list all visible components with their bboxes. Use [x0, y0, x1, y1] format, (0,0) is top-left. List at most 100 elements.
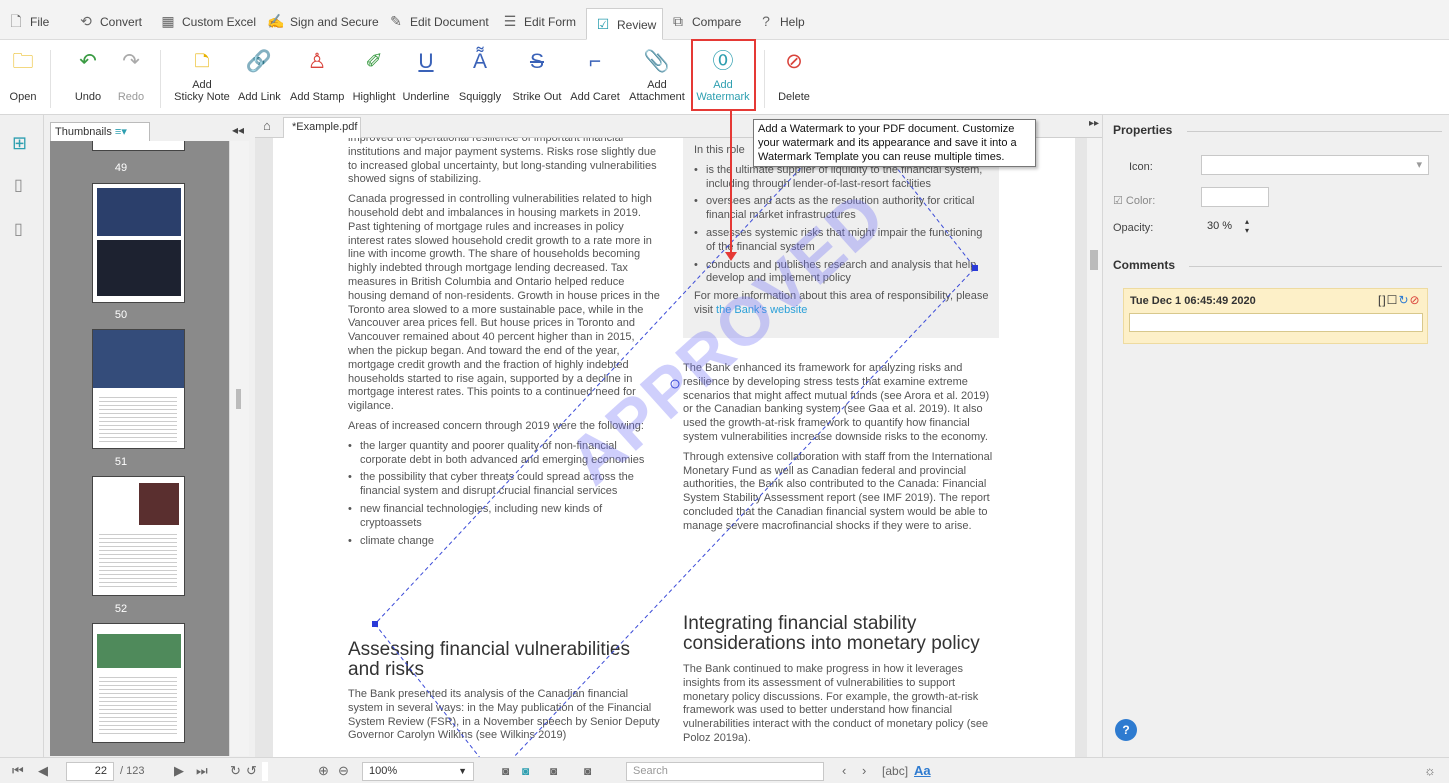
match-whole-word-button[interactable]: [abc] [882, 762, 908, 780]
search-input[interactable]: Search [626, 762, 824, 781]
collapse-panel-icon[interactable]: ◂◂ [232, 123, 244, 137]
bookmark-icon[interactable]: ▯ [14, 175, 23, 195]
menu-label: Help [780, 15, 805, 29]
document-scrollbar[interactable] [1087, 138, 1102, 757]
sticky-note-icon: 🗅 [194, 50, 210, 73]
menu-file[interactable]: 🗋 File [6, 10, 49, 32]
open-button[interactable]: 🗀 Open [6, 46, 40, 103]
brightness-icon[interactable]: ☼ [1424, 762, 1436, 780]
thumbnail-page-number: 51 [114, 456, 128, 468]
strike-out-button[interactable]: S Strike Out [510, 46, 564, 103]
rotate-clockwise-icon[interactable]: ↻ [230, 762, 241, 780]
view-facing-icon[interactable]: ◙ [550, 762, 557, 780]
color-swatch[interactable] [1201, 187, 1269, 207]
home-icon[interactable]: ⌂ [263, 118, 271, 133]
expand-icon[interactable]: [] [1378, 293, 1387, 307]
document-view: improved the operational resilience of i… [255, 138, 1102, 757]
thumbnail-page[interactable] [92, 183, 185, 303]
add-attachment-label: Add Attachment [629, 79, 685, 103]
redo-button[interactable]: ↷ Redo [114, 46, 148, 103]
menu-edit-document[interactable]: ✎ Edit Document [386, 10, 489, 32]
thumbnail-photo [97, 188, 181, 236]
scrollbar-thumb[interactable] [1090, 250, 1098, 270]
comment-actions: []☐↻⊘ [1378, 293, 1421, 307]
comment-input[interactable] [1129, 313, 1423, 332]
add-stamp-button[interactable]: ♙ Add Stamp [290, 46, 344, 103]
thumbnail-text-lines [99, 531, 177, 589]
expand-panel-icon[interactable]: ▸▸ [1089, 118, 1099, 129]
delete-comment-icon[interactable]: ⊘ [1410, 293, 1421, 307]
folder-icon: 🗀 [12, 50, 34, 73]
add-attachment-button[interactable]: 📎 Add Attachment [628, 46, 686, 103]
rotate-handle[interactable] [670, 379, 680, 389]
first-page-icon[interactable]: ⏮ [12, 762, 24, 780]
menu-label: Sign and Secure [290, 15, 379, 29]
resize-handle[interactable] [972, 265, 978, 271]
add-sticky-note-button[interactable]: 🗅 Add Sticky Note [172, 46, 232, 103]
menu-label: Convert [100, 15, 143, 29]
highlight-label: Highlight [352, 91, 396, 103]
menu-help[interactable]: ? Help [756, 10, 805, 32]
last-page-icon[interactable]: ⏭ [196, 762, 208, 780]
thumbnail-page[interactable] [92, 623, 185, 743]
rotate-counterclockwise-icon[interactable]: ↺ [246, 762, 257, 780]
menu-edit-form[interactable]: ☰ Edit Form [500, 10, 576, 32]
view-cover-icon[interactable]: ◙ [584, 762, 591, 780]
thumbnail-view-select[interactable]: Thumbnails ≡▾ [50, 122, 150, 142]
divider [1187, 131, 1442, 132]
thumbnail-photo [139, 483, 179, 525]
chevron-down-icon: ≡▾ [114, 126, 127, 138]
help-icon[interactable]: ? [1115, 719, 1137, 741]
menu-sign-and-secure[interactable]: ✍ Sign and Secure [266, 10, 379, 32]
add-caret-button[interactable]: ⌐ Add Caret [570, 46, 620, 103]
search-next-icon[interactable]: › [862, 762, 866, 780]
underline-button[interactable]: U Underline [402, 46, 450, 103]
next-page-icon[interactable]: ▶ [174, 762, 184, 780]
thumbnail-page[interactable] [92, 141, 185, 151]
thumbnail-photo [97, 240, 181, 296]
view-continuous-icon[interactable]: ◙ [522, 762, 529, 780]
icon-select[interactable]: ▾ [1201, 155, 1429, 175]
undo-button[interactable]: ↶ Undo [68, 46, 108, 103]
color-checkbox[interactable]: ☑ Color: [1113, 194, 1155, 207]
view-single-icon[interactable]: ◙ [502, 762, 509, 780]
zoom-out-icon[interactable]: ⊖ [338, 762, 349, 780]
zoom-select[interactable]: 100% ▼ [362, 762, 474, 781]
search-previous-icon[interactable]: ‹ [842, 762, 846, 780]
highlight-button[interactable]: ✐ Highlight [352, 46, 396, 103]
delete-button[interactable]: ⊘ Delete [774, 46, 814, 103]
menu-review[interactable]: ☑ Review [586, 8, 664, 40]
checkbox-icon[interactable]: ☐ [1387, 293, 1399, 307]
signature-icon: ✍ [267, 13, 285, 29]
document-tab[interactable]: *Example.pdf × [283, 117, 361, 152]
zoom-in-icon[interactable]: ⊕ [318, 762, 329, 780]
thumbnail-page[interactable] [92, 476, 185, 596]
review-icon: ☑ [596, 16, 610, 32]
squiggly-button[interactable]: A͌ Squiggly [458, 46, 502, 103]
opacity-stepper[interactable]: 30 % ▴ ▾ [1201, 217, 1255, 237]
reply-icon[interactable]: ↻ [1398, 293, 1409, 307]
thumbnails-icon[interactable]: ⊞ [12, 133, 27, 154]
properties-title: Properties [1113, 123, 1173, 137]
attachment-panel-icon[interactable]: ▯ [14, 219, 23, 239]
status-bar: ⏮ ◀ 22 / 123 ▶ ⏭ ↻ ↺ ⊕ ⊖ 100% ▼ ◙ ◙ ◙ ◙ S… [0, 757, 1449, 783]
link-icon: 🔗 [245, 50, 273, 73]
highlight-icon: ✐ [365, 50, 383, 73]
squiggly-label: Squiggly [458, 91, 502, 103]
thumbnail-text-lines [99, 674, 177, 736]
paperclip-icon: 📎 [643, 50, 671, 73]
page-number-input[interactable]: 22 [66, 762, 114, 781]
thumbnail-scrollbar[interactable] [229, 141, 249, 756]
menu-custom-excel[interactable]: ▦ Custom Excel [158, 10, 256, 32]
scrollbar-thumb[interactable] [236, 389, 241, 409]
menu-convert[interactable]: ⟲ Convert [76, 10, 142, 32]
resize-handle[interactable] [372, 621, 378, 627]
menu-compare[interactable]: ⧉ Compare [668, 10, 741, 32]
match-case-button[interactable]: Aa [914, 762, 931, 780]
thumbnail-page[interactable] [92, 329, 185, 449]
comments-title: Comments [1113, 258, 1176, 272]
stepper-arrows-icon[interactable]: ▴ ▾ [1245, 217, 1249, 235]
add-link-button[interactable]: 🔗 Add Link [238, 46, 281, 103]
comment-card: Tue Dec 1 06:45:49 2020 []☐↻⊘ [1123, 288, 1428, 344]
previous-page-icon[interactable]: ◀ [38, 762, 48, 780]
